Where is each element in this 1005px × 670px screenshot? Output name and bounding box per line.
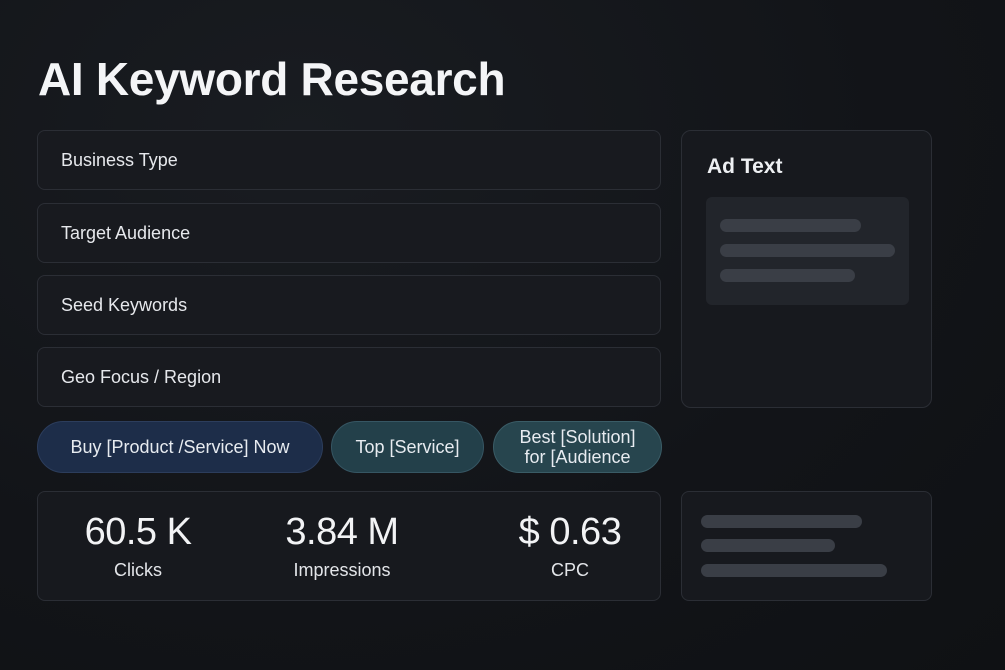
geo-focus-field[interactable] — [37, 347, 661, 407]
stat-value: 60.5 K — [84, 511, 192, 553]
stats-panel: 60.5 K Clicks 3.84 M Impressions $ 0.63 … — [37, 491, 661, 601]
target-audience-input[interactable] — [61, 204, 660, 262]
ad-text-placeholder — [706, 197, 909, 305]
business-type-input[interactable] — [61, 131, 660, 189]
business-type-field[interactable] — [37, 130, 661, 190]
stat-cpc: $ 0.63 CPC — [508, 510, 632, 581]
skeleton-line — [720, 219, 861, 232]
stat-label: Clicks — [114, 560, 162, 580]
skeleton-line — [720, 269, 855, 282]
skeleton-line — [720, 244, 895, 257]
geo-focus-input[interactable] — [61, 348, 660, 406]
stat-clicks: 60.5 K Clicks — [78, 510, 198, 581]
chip-label-line2: for [Audience — [524, 447, 631, 467]
ad-text-title: Ad Text — [707, 155, 783, 178]
summary-placeholder-panel — [681, 491, 932, 601]
stat-value: $ 0.63 — [518, 511, 622, 553]
target-audience-field[interactable] — [37, 203, 661, 263]
chip-label: Top [Service] — [355, 437, 460, 457]
keyword-chip-best-solution[interactable]: Best [Solution] for [Audience — [493, 421, 662, 473]
skeleton-line — [701, 564, 887, 577]
chip-label: Buy [Product /Service] Now — [70, 437, 290, 457]
seed-keywords-field[interactable] — [37, 275, 661, 335]
ad-text-panel: Ad Text — [681, 130, 932, 408]
seed-keywords-input[interactable] — [61, 276, 660, 334]
stat-impressions: 3.84 M Impressions — [272, 510, 412, 581]
page-title: AI Keyword Research — [38, 53, 506, 105]
skeleton-line — [701, 539, 835, 552]
stat-label: Impressions — [293, 560, 391, 580]
skeleton-line — [701, 515, 862, 528]
keyword-chip-top-service[interactable]: Top [Service] — [331, 421, 484, 473]
stat-value: 3.84 M — [285, 511, 399, 553]
keyword-chip-buy-now[interactable]: Buy [Product /Service] Now — [37, 421, 323, 473]
chip-label-line1: Best [Solution] — [519, 427, 636, 447]
app-page: AI Keyword Research Ad Text Buy [Product… — [0, 0, 1005, 670]
stat-label: CPC — [550, 560, 589, 580]
